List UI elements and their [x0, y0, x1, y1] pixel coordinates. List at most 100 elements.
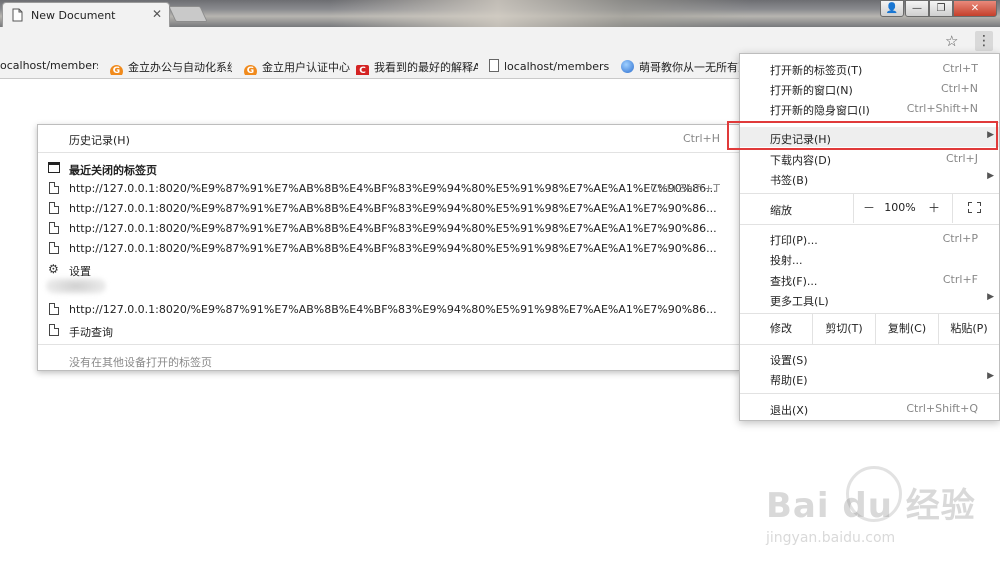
menu-item-shortcut: Ctrl+F: [942, 273, 978, 286]
title-bar: New Document ✕ 👤 — ❐ ✕: [0, 0, 1000, 27]
history-item[interactable]: http://127.0.0.1:8020/%E9%87%91%E7%AB%8B…: [38, 198, 740, 218]
bookmark-item[interactable]: G 金立办公与自动化系统: [110, 59, 232, 75]
menu-item-downloads[interactable]: 下载内容(D) Ctrl+J: [740, 148, 999, 168]
paste-button[interactable]: 粘贴(P): [939, 314, 999, 344]
minimize-button[interactable]: —: [905, 0, 929, 17]
menu-item-cast[interactable]: 投射...: [740, 248, 999, 268]
main-menu: 打开新的标签页(T) Ctrl+T 打开新的窗口(N) Ctrl+N 打开新的隐…: [739, 53, 1000, 421]
history-item[interactable]: http://127.0.0.1:8020/%E9%87%91%E7%AB%8B…: [38, 238, 740, 258]
history-item-settings[interactable]: ⚙ 设置: [38, 259, 740, 279]
menu-item-incognito[interactable]: 打开新的隐身窗口(I) Ctrl+Shift+N: [740, 98, 999, 118]
menu-item-new-window[interactable]: 打开新的窗口(N) Ctrl+N: [740, 78, 999, 98]
recently-closed-title: 最近关闭的标签页: [69, 164, 157, 177]
recently-closed-header: 最近关闭的标签页: [38, 158, 740, 178]
history-item-label: 设置: [69, 265, 91, 278]
history-shortcut: Ctrl+H: [682, 132, 720, 145]
window-icon: [48, 162, 60, 173]
jinli-logo-icon: G: [110, 65, 123, 75]
bookmark-item[interactable]: localhost/members/: [489, 59, 609, 75]
divider: [38, 344, 740, 345]
watermark-url: jingyan.baidu.com: [766, 530, 896, 546]
bookmark-item[interactable]: 萌哥教你从一无所有到: [621, 59, 739, 75]
menu-item-shortcut: Ctrl+P: [942, 232, 978, 245]
menu-item-label: 下载内容(D): [770, 154, 832, 167]
history-submenu: 历史记录(H) Ctrl+H 最近关闭的标签页 http://127.0.0.1…: [37, 124, 741, 371]
divider: [740, 393, 999, 394]
menu-item-exit[interactable]: 退出(X) Ctrl+Shift+Q: [740, 398, 999, 418]
menu-item-help[interactable]: 帮助(E) ▶: [740, 368, 999, 388]
bookmark-label: ocalhost/members/: [0, 59, 98, 72]
menu-item-label: 查找(F)...: [770, 275, 818, 288]
history-item[interactable]: 手动查询: [38, 320, 740, 340]
copy-button[interactable]: 复制(C): [876, 314, 938, 344]
history-item[interactable]: http://127.0.0.1:8020/%E9%87%91%E7%AB%8B…: [38, 299, 740, 319]
menu-item-label: 打印(P)...: [770, 234, 818, 247]
red-c-logo-icon: C: [356, 65, 369, 75]
bookmark-item[interactable]: G 金立用户认证中心: [244, 59, 350, 75]
blurred-item: [46, 278, 106, 294]
history-header-item[interactable]: 历史记录(H) Ctrl+H: [38, 128, 740, 148]
new-tab-button[interactable]: [168, 6, 208, 22]
file-icon: [49, 202, 59, 214]
baidu-watermark: Bai du 经验 jingyan.baidu.com: [766, 466, 975, 558]
globe-icon: [621, 60, 634, 73]
browser-window: New Document ✕ 👤 — ❐ ✕ ☆ ⋮ ocalhost/memb…: [0, 0, 1000, 576]
file-icon: [49, 182, 59, 194]
menu-item-shortcut: Ctrl+Shift+N: [906, 102, 978, 115]
reopen-tab-shortcut: Ctrl+Shift+T: [650, 182, 720, 195]
maximize-button[interactable]: ❐: [929, 0, 953, 17]
watermark-brand: Bai du 经验: [766, 486, 976, 526]
bookmark-star-icon[interactable]: ☆: [945, 32, 958, 50]
menu-item-settings[interactable]: 设置(S): [740, 348, 999, 368]
minimize-icon: —: [912, 3, 922, 14]
bookmark-label: localhost/members/: [504, 60, 609, 73]
zoom-in-button[interactable]: ＋: [918, 197, 950, 219]
cut-button[interactable]: 剪切(T): [813, 314, 875, 344]
menu-item-label: 书签(B): [770, 174, 809, 187]
history-item-label: http://127.0.0.1:8020/%E9%87%91%E7%AB%8B…: [69, 303, 717, 316]
fullscreen-icon[interactable]: [968, 202, 981, 213]
jinli-logo-icon: G: [244, 65, 257, 75]
menu-item-shortcut: Ctrl+N: [940, 82, 978, 95]
bookmark-item[interactable]: ocalhost/members/: [0, 59, 98, 75]
zoom-label: 缩放: [770, 204, 792, 217]
close-window-button[interactable]: ✕: [953, 0, 997, 17]
bookmark-label: 萌哥教你从一无所有到: [639, 61, 739, 74]
file-icon: [49, 242, 59, 254]
edit-label: 修改: [770, 322, 792, 335]
menu-item-label: 帮助(E): [770, 374, 808, 387]
menu-item-new-tab[interactable]: 打开新的标签页(T) Ctrl+T: [740, 58, 999, 78]
menu-item-print[interactable]: 打印(P)... Ctrl+P: [740, 228, 999, 248]
title-bar-background: [330, 0, 750, 27]
gear-icon: ⚙: [48, 262, 59, 276]
menu-item-find[interactable]: 查找(F)... Ctrl+F: [740, 269, 999, 289]
bookmark-label: 金立用户认证中心: [262, 61, 350, 74]
maximize-icon: ❐: [936, 3, 946, 14]
menu-item-shortcut: Ctrl+J: [945, 152, 978, 165]
menu-item-label: 更多工具(L): [770, 295, 829, 308]
submenu-arrow-icon: ▶: [987, 292, 994, 302]
history-header-label: 历史记录(H): [69, 134, 130, 147]
document-icon: [12, 8, 23, 22]
history-item[interactable]: http://127.0.0.1:8020/%E9%87%91%E7%AB%8B…: [38, 178, 740, 198]
close-icon: ✕: [970, 3, 980, 14]
tab-new-document[interactable]: New Document ✕: [2, 2, 170, 27]
tab-close-icon[interactable]: ✕: [152, 7, 162, 21]
profile-button[interactable]: 👤: [880, 0, 904, 17]
user-icon: 👤: [885, 3, 899, 14]
divider: [952, 193, 953, 223]
edit-row: 修改 剪切(T) 复制(C) 粘贴(P): [740, 314, 999, 344]
menu-item-label: 打开新的窗口(N): [770, 84, 853, 97]
menu-button[interactable]: ⋮: [975, 31, 993, 51]
history-item-label: http://127.0.0.1:8020/%E9%87%91%E7%AB%8B…: [69, 202, 717, 215]
file-icon: [49, 222, 59, 234]
divider: [38, 152, 740, 153]
history-item[interactable]: http://127.0.0.1:8020/%E9%87%91%E7%AB%8B…: [38, 218, 740, 238]
menu-item-bookmarks[interactable]: 书签(B) ▶: [740, 168, 999, 188]
tab-title: New Document: [31, 9, 116, 22]
zoom-control: 缩放 － 100% ＋: [740, 193, 999, 223]
menu-item-label: 打开新的隐身窗口(I): [770, 104, 870, 117]
bookmark-item[interactable]: C 我看到的最好的解释A: [356, 59, 478, 75]
other-devices-note: 没有在其他设备打开的标签页: [38, 350, 740, 370]
menu-item-more-tools[interactable]: 更多工具(L) ▶: [740, 289, 999, 309]
